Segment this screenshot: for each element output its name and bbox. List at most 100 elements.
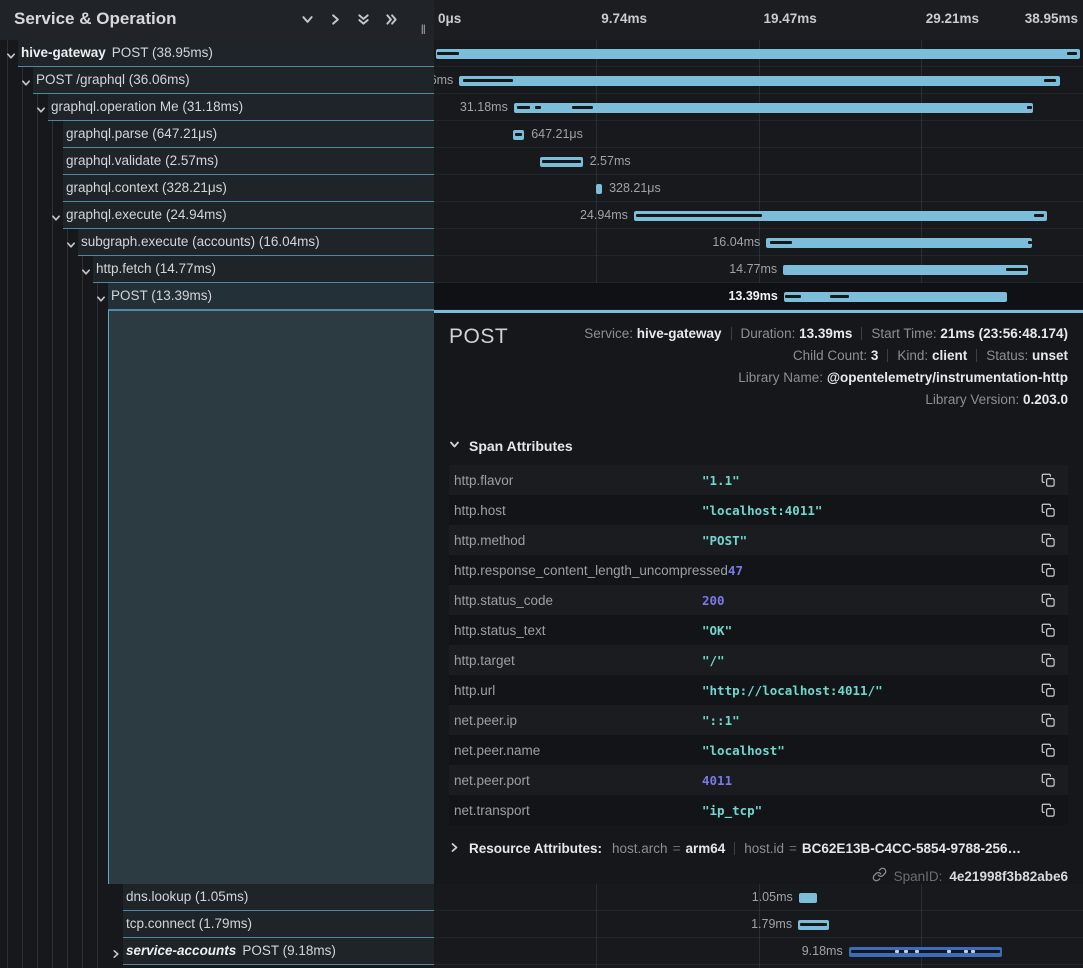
- gantt-row-graphql-context[interactable]: 328.21μs: [434, 175, 1083, 202]
- span-bar[interactable]: [436, 49, 1080, 59]
- tree-row-graphql-context[interactable]: graphql.context (328.21μs): [0, 175, 434, 202]
- service-name: service-accounts: [126, 943, 236, 958]
- span-name-label: POST (13.39ms): [111, 283, 212, 309]
- span-name-label: dns.lookup (1.05ms): [126, 884, 248, 910]
- gantt-row-hive-gateway-post[interactable]: [434, 40, 1083, 67]
- overview-field-label: Library Version:: [925, 392, 1023, 407]
- tree-row-http-fetch[interactable]: http.fetch (14.77ms): [0, 256, 434, 283]
- chevron-down-icon[interactable]: [6, 48, 16, 66]
- resource-attributes-row[interactable]: Resource Attributes: host.arch=arm64host…: [449, 841, 1068, 856]
- span-bar[interactable]: [459, 76, 1060, 86]
- copy-icon[interactable]: [1038, 623, 1068, 638]
- tree-row-subgraph-execute-accounts[interactable]: subgraph.execute (accounts) (16.04ms): [0, 229, 434, 256]
- child-span-segment: [1027, 106, 1033, 109]
- chevron-down-icon[interactable]: [301, 13, 314, 26]
- chevron-down-icon[interactable]: [96, 291, 106, 309]
- copy-icon[interactable]: [1038, 713, 1068, 728]
- gantt-bottom-rows: 1.05ms1.79ms9.18ms: [434, 884, 1083, 965]
- chevron-down-icon[interactable]: [21, 75, 31, 93]
- chevron-down-icon[interactable]: [36, 102, 46, 120]
- span-bar[interactable]: [596, 184, 602, 194]
- attribute-key: net.peer.port: [449, 773, 702, 788]
- gantt-row-post-selected[interactable]: 13.39ms: [434, 283, 1083, 310]
- attribute-key: http.status_code: [449, 593, 702, 608]
- attribute-key: http.flavor: [449, 473, 702, 488]
- attribute-value: "/": [702, 653, 1038, 668]
- span-name-label: graphql.validate (2.57ms): [66, 148, 218, 174]
- copy-icon[interactable]: [1038, 743, 1068, 758]
- chevron-down-icon[interactable]: [51, 210, 61, 228]
- tree-row-post-selected[interactable]: POST (13.39ms): [0, 283, 434, 310]
- chevron-down-icon[interactable]: [66, 237, 76, 255]
- tree-row-graphql-validate[interactable]: graphql.validate (2.57ms): [0, 148, 434, 175]
- overview-field-label: Status:: [986, 348, 1032, 363]
- column-resizer-handle[interactable]: ‖: [421, 22, 427, 37]
- attribute-row: net.peer.ip"::1": [449, 705, 1068, 735]
- overview-field-value: client: [932, 348, 967, 363]
- copy-icon[interactable]: [1038, 803, 1068, 818]
- copy-icon[interactable]: [1038, 473, 1068, 488]
- span-bar[interactable]: [766, 238, 1032, 248]
- tree-row-tcp-connect[interactable]: tcp.connect (1.79ms): [0, 911, 434, 938]
- span-name-label: service-accountsPOST (9.18ms): [126, 938, 336, 964]
- equals-sign: =: [673, 841, 681, 856]
- divider: [731, 327, 732, 340]
- span-bar[interactable]: [799, 893, 817, 903]
- copy-icon[interactable]: [1038, 593, 1068, 608]
- attribute-value: 47: [728, 563, 1038, 578]
- double-chevron-down-icon[interactable]: [357, 13, 370, 26]
- tree-row-graphql-execute[interactable]: graphql.execute (24.94ms): [0, 202, 434, 229]
- span-tree: Service & Operation ‖ hive-gatewayPOST (…: [0, 0, 434, 968]
- overview-line: Child Count: 3Kind: clientStatus: unset: [449, 345, 1068, 367]
- span-bar[interactable]: [783, 265, 1028, 275]
- overview-field-value: @opentelemetry/instrumentation-http: [827, 370, 1068, 385]
- copy-icon[interactable]: [1038, 683, 1068, 698]
- copy-icon[interactable]: [1038, 503, 1068, 518]
- gantt-row-tcp-connect[interactable]: 1.79ms: [434, 911, 1083, 938]
- span-bar[interactable]: [784, 292, 1007, 302]
- tree-row-hive-gateway-post[interactable]: hive-gatewayPOST (38.95ms): [0, 40, 434, 67]
- chevron-right-icon[interactable]: [111, 946, 121, 964]
- child-span-marker: [904, 950, 908, 953]
- gantt-row-subgraph-execute-accounts[interactable]: 16.04ms: [434, 229, 1083, 256]
- copy-icon[interactable]: [1038, 563, 1068, 578]
- copy-icon[interactable]: [1038, 653, 1068, 668]
- gantt-row-graphql-validate[interactable]: 2.57ms: [434, 148, 1083, 175]
- attribute-key: http.url: [449, 683, 702, 698]
- copy-icon[interactable]: [1038, 533, 1068, 548]
- resource-attribute-value: BC62E13B-C4CC-5854-9788-256…: [802, 841, 1021, 856]
- tree-row-graphql-operation-me[interactable]: graphql.operation Me (31.18ms): [0, 94, 434, 121]
- tree-row-dns-lookup[interactable]: dns.lookup (1.05ms): [0, 884, 434, 911]
- tree-row-post-graphql[interactable]: POST /graphql (36.06ms): [0, 67, 434, 94]
- span-name-label: hive-gatewayPOST (38.95ms): [21, 40, 213, 66]
- tree-row-graphql-parse[interactable]: graphql.parse (647.21μs): [0, 121, 434, 148]
- child-span-segment: [535, 106, 541, 109]
- child-span-marker: [964, 950, 968, 953]
- child-span-segment: [636, 214, 761, 217]
- gantt-row-service-accounts-post[interactable]: 9.18ms: [434, 938, 1083, 965]
- overview-field-value: 13.39ms: [799, 326, 852, 341]
- gantt-row-http-fetch[interactable]: 14.77ms: [434, 256, 1083, 283]
- gantt-row-graphql-operation-me[interactable]: 31.18ms: [434, 94, 1083, 121]
- gantt-row-post-graphql[interactable]: 36.06ms: [434, 67, 1083, 94]
- span-attributes-section-header[interactable]: Span Attributes: [449, 437, 1068, 455]
- duration-label: 16.04ms: [712, 229, 760, 256]
- gantt-row-graphql-execute[interactable]: 24.94ms: [434, 202, 1083, 229]
- resource-attributes-title: Resource Attributes:: [469, 841, 602, 856]
- attribute-row: http.host"localhost:4011": [449, 495, 1068, 525]
- gantt-row-graphql-parse[interactable]: 647.21μs: [434, 121, 1083, 148]
- timeline-tick: 38.95ms: [1025, 11, 1078, 26]
- link-icon[interactable]: [872, 867, 887, 885]
- span-id-value: 4e21998f3b82abe6: [949, 869, 1068, 884]
- double-chevron-right-icon[interactable]: [385, 13, 398, 26]
- chevron-down-icon[interactable]: [81, 264, 91, 282]
- tree-row-service-accounts-post[interactable]: service-accountsPOST (9.18ms): [0, 938, 434, 965]
- operation-name: graphql.context (328.21μs): [66, 180, 227, 195]
- child-span-segment: [770, 241, 791, 244]
- copy-icon[interactable]: [1038, 773, 1068, 788]
- child-span-segment: [572, 106, 593, 109]
- attribute-key: http.method: [449, 533, 702, 548]
- gantt-row-dns-lookup[interactable]: 1.05ms: [434, 884, 1083, 911]
- span-name-label: graphql.execute (24.94ms): [66, 202, 227, 228]
- chevron-right-icon[interactable]: [329, 13, 342, 26]
